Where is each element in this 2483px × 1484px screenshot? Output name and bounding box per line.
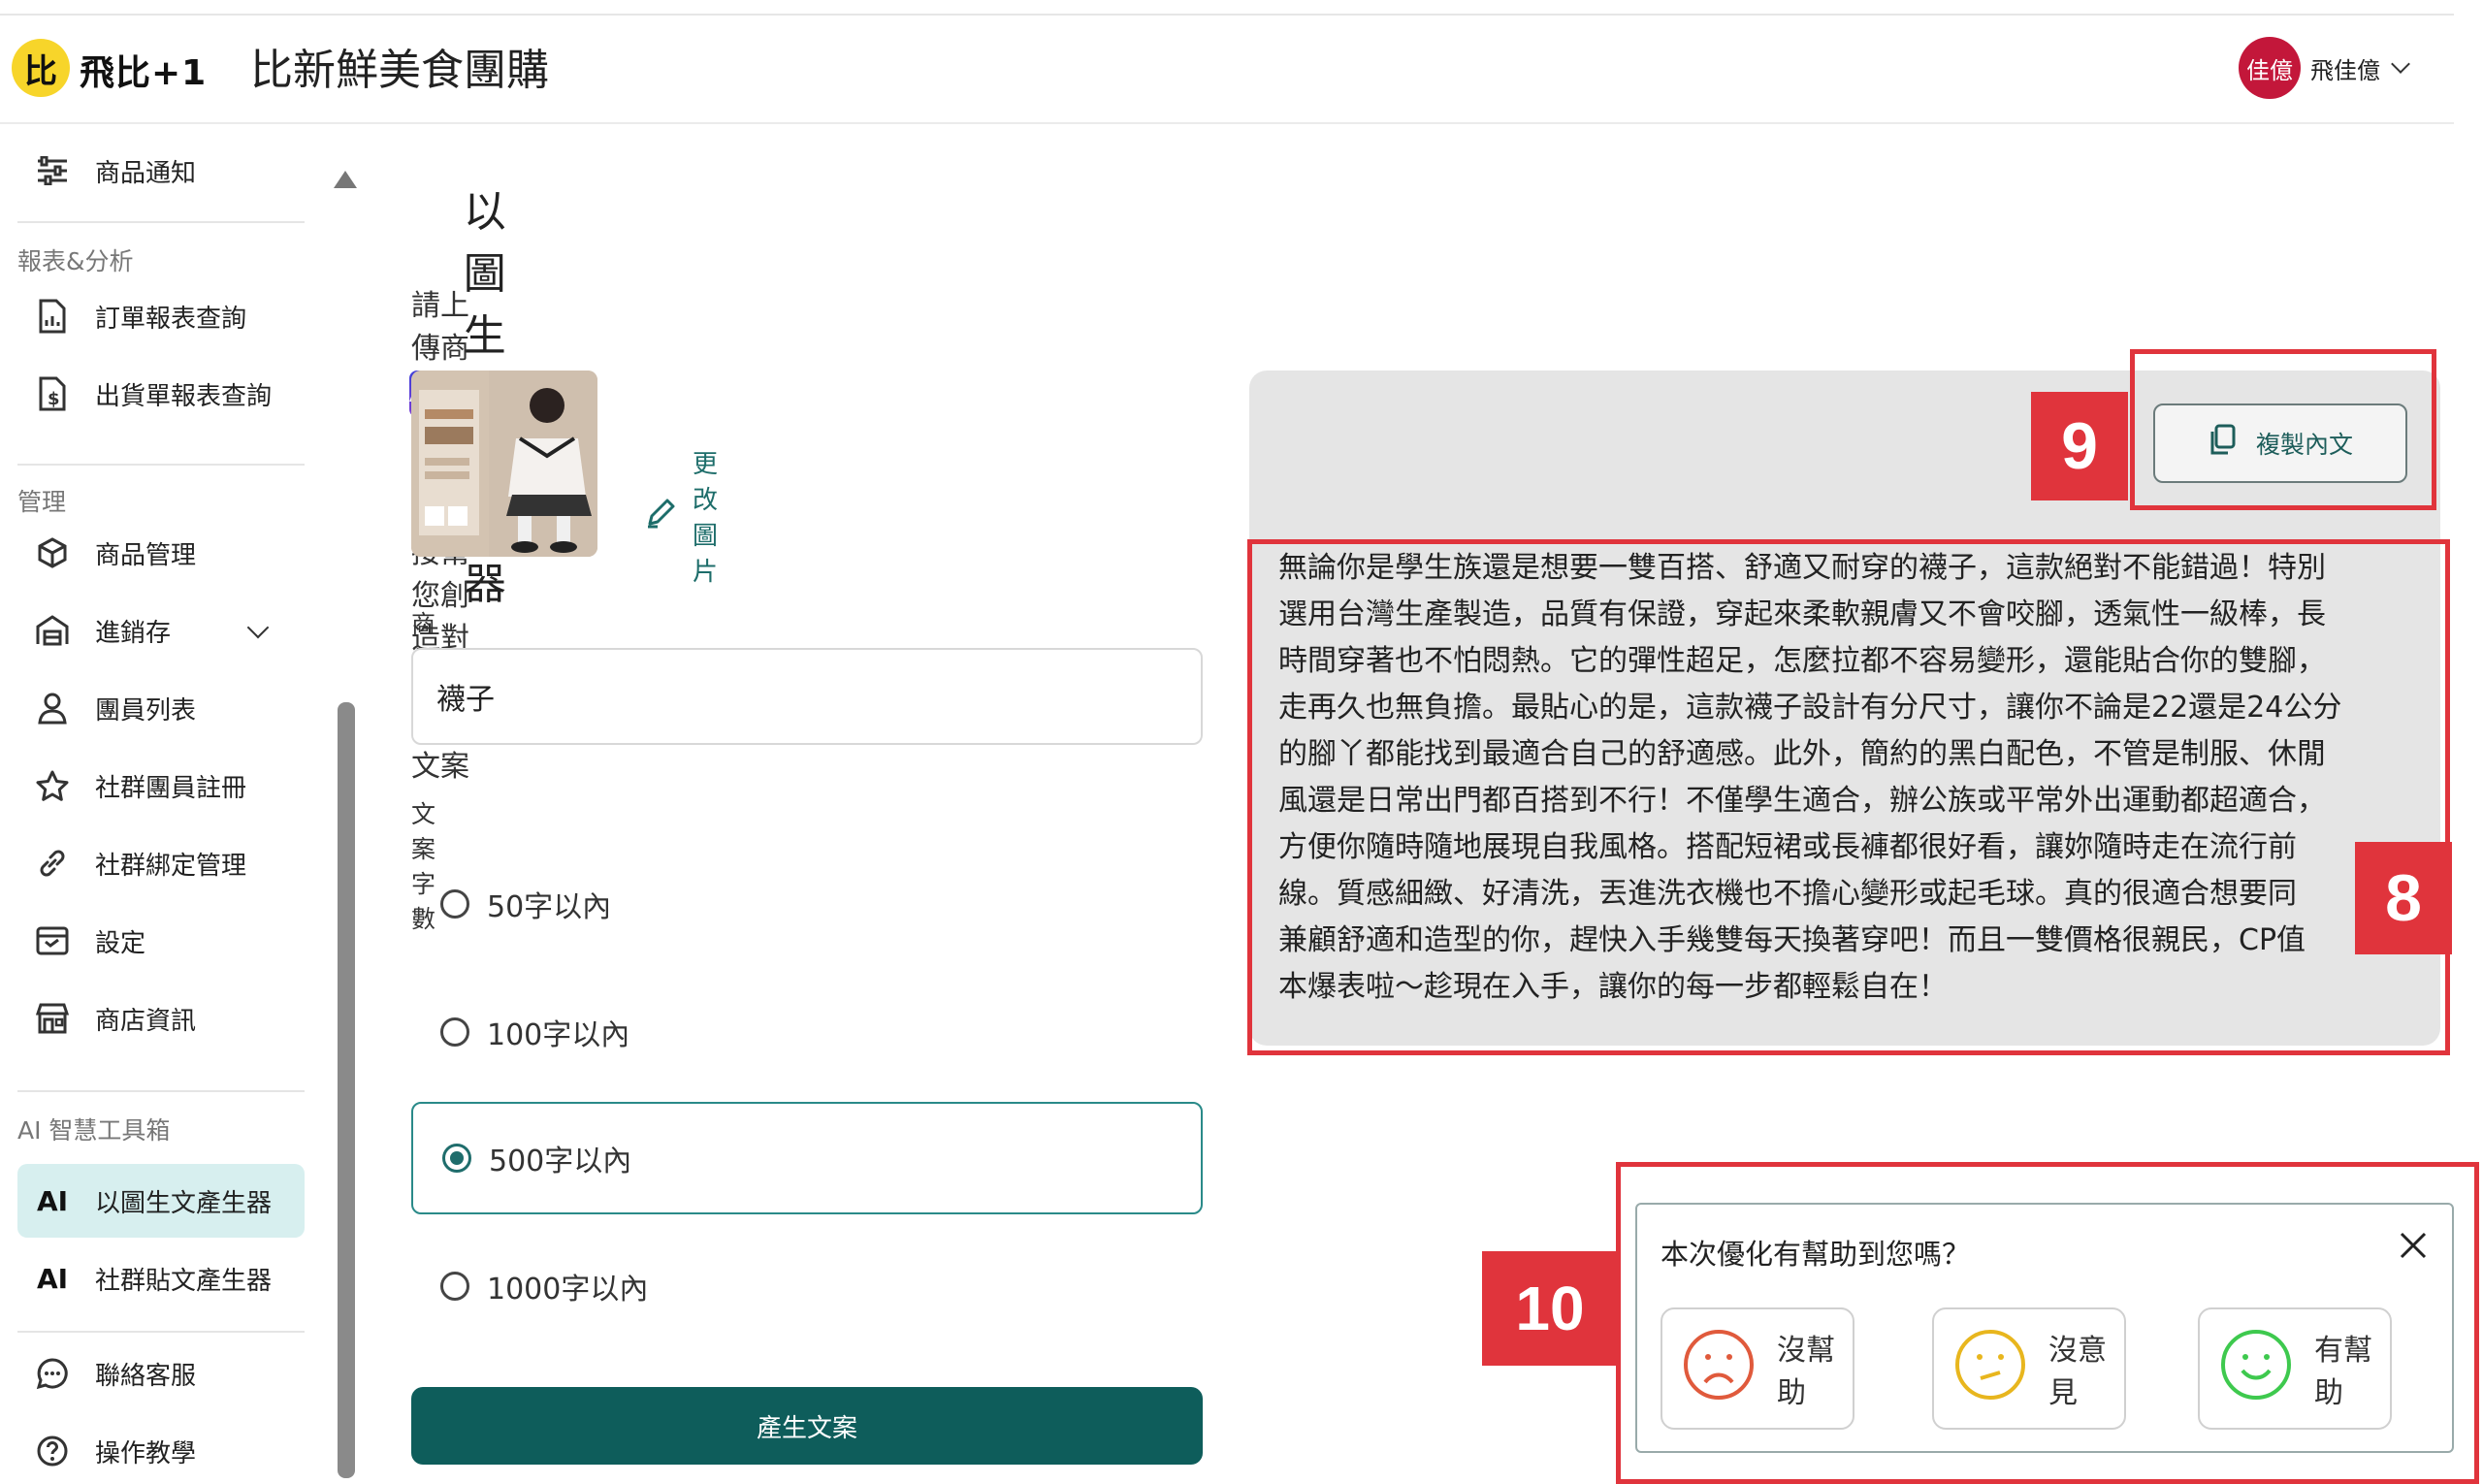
- sidebar-item-shipment-report[interactable]: $ 出貨單報表查詢: [17, 365, 305, 423]
- sidebar-item-product-notice[interactable]: 商品通知: [17, 142, 305, 200]
- sidebar-item-label: 商店資訊: [95, 1006, 197, 1036]
- top-header: 比 飛比+1 比新鮮美食團購 佳億 飛佳億: [0, 16, 2454, 124]
- sidebar-item-member-list[interactable]: 團員列表: [17, 679, 305, 737]
- generate-copy-button[interactable]: 產生文案: [411, 1387, 1203, 1465]
- box-icon: [33, 533, 72, 572]
- change-image-link[interactable]: 更改圖片: [644, 444, 718, 588]
- document-dollar-icon: $: [33, 374, 72, 413]
- sidebar-item-image-to-text[interactable]: AI 以圖生文產生器: [17, 1164, 305, 1238]
- logo-text[interactable]: 飛比+1: [80, 45, 207, 95]
- annotation-box-10: [1616, 1162, 2479, 1484]
- svg-text:$: $: [48, 389, 60, 409]
- sidebar-item-label: 設定: [95, 928, 146, 958]
- logo-mark[interactable]: 比: [12, 39, 70, 97]
- sliders-icon: [33, 151, 72, 190]
- section-title-reports: 報表&分析: [17, 247, 134, 275]
- sidebar-item-label: 商品管理: [95, 540, 197, 570]
- sidebar-item-inventory[interactable]: 進銷存: [17, 601, 305, 660]
- length-option-label: 50字以內: [487, 890, 612, 924]
- sidebar-item-label: 操作教學: [95, 1438, 197, 1468]
- warehouse-icon: [33, 611, 72, 650]
- store-icon: [33, 999, 72, 1038]
- annotation-tag-9: 9: [2031, 392, 2128, 500]
- sidebar-item-contact-support[interactable]: 聯絡客服: [17, 1344, 305, 1403]
- sidebar-item-label: 社群貼文產生器: [95, 1266, 273, 1296]
- sidebar-scrollbar-thumb[interactable]: [338, 702, 355, 1478]
- sidebar-item-community-binding[interactable]: 社群綁定管理: [17, 834, 305, 892]
- document-chart-icon: [33, 297, 72, 336]
- annotation-box-8: [1247, 539, 2450, 1055]
- store-name: 比新鮮美食團購: [250, 46, 549, 95]
- radio-button[interactable]: [440, 1272, 469, 1301]
- ai-icon: AI: [36, 1262, 69, 1295]
- sidebar-item-label: 聯絡客服: [95, 1361, 197, 1391]
- sidebar-item-social-post[interactable]: AI 社群貼文產生器: [17, 1249, 305, 1307]
- annotation-box-9: [2130, 349, 2436, 510]
- length-option-1000[interactable]: 1000字以內: [411, 1230, 1203, 1342]
- length-option-100[interactable]: 100字以內: [411, 976, 1203, 1088]
- product-image: [411, 371, 597, 557]
- divider: [17, 1331, 305, 1333]
- chevron-down-icon[interactable]: [246, 616, 270, 639]
- app-page: 比 飛比+1 比新鮮美食團購 佳億 飛佳億 商品通知 報表&分析 訂單報表查詢 …: [0, 0, 2483, 1484]
- section-title-manage: 管理: [17, 488, 67, 516]
- sidebar-item-order-report[interactable]: 訂單報表查詢: [17, 287, 305, 345]
- radio-button[interactable]: [440, 1017, 469, 1047]
- divider: [17, 1090, 305, 1092]
- avatar[interactable]: 佳億: [2239, 37, 2301, 99]
- sidebar-item-label: 團員列表: [95, 695, 197, 726]
- user-icon: [33, 689, 72, 727]
- window-settings-icon: [33, 921, 72, 960]
- sidebar-item-store-info[interactable]: 商店資訊: [17, 989, 305, 1048]
- sidebar-item-settings[interactable]: 設定: [17, 912, 305, 970]
- sidebar-item-tutorial[interactable]: 操作教學: [17, 1422, 305, 1480]
- annotation-tag-10: 10: [1482, 1251, 1618, 1366]
- star-icon: [33, 766, 72, 805]
- divider: [17, 221, 305, 223]
- length-option-label: 500字以內: [489, 1145, 632, 1178]
- sidebar: 商品通知 報表&分析 訂單報表查詢 $ 出貨單報表查詢 管理 商品管理 進銷存 …: [0, 126, 320, 1484]
- length-option-label: 1000字以內: [487, 1273, 649, 1307]
- divider: [17, 464, 305, 466]
- length-option-label: 100字以內: [487, 1018, 630, 1052]
- ai-icon: AI: [36, 1184, 69, 1217]
- length-option-50[interactable]: 50字以內: [411, 848, 1203, 960]
- sidebar-item-label: 社群綁定管理: [95, 851, 247, 881]
- section-title-ai: AI 智慧工具箱: [17, 1116, 171, 1145]
- length-option-500[interactable]: 500字以內: [411, 1102, 1203, 1214]
- product-name-input[interactable]: 襪子: [411, 648, 1203, 745]
- help-icon: [33, 1432, 72, 1470]
- sidebar-item-label: 以圖生文產生器: [95, 1188, 273, 1218]
- user-name[interactable]: 飛佳億: [2310, 51, 2380, 85]
- sidebar-item-label: 進銷存: [95, 618, 172, 648]
- sidebar-item-community-register[interactable]: 社群團員註冊: [17, 757, 305, 815]
- sidebar-item-label: 社群團員註冊: [95, 773, 247, 803]
- user-menu[interactable]: 佳億 飛佳億: [2239, 37, 2410, 99]
- pencil-icon: [644, 497, 677, 536]
- annotation-tag-8: 8: [2355, 842, 2452, 954]
- link-icon: [33, 844, 72, 883]
- sidebar-item-label: 商品通知: [95, 158, 197, 188]
- radio-button[interactable]: [440, 889, 469, 919]
- sidebar-item-label: 訂單報表查詢: [95, 304, 247, 334]
- radio-button-selected[interactable]: [442, 1144, 471, 1173]
- sidebar-item-product-management[interactable]: 商品管理: [17, 524, 305, 582]
- sidebar-item-label: 出貨單報表查詢: [95, 381, 273, 411]
- chevron-down-icon[interactable]: [2391, 54, 2410, 74]
- change-image-label: 更改圖片: [693, 450, 719, 587]
- scroll-up-arrow-icon[interactable]: [334, 171, 357, 188]
- chat-icon: [33, 1354, 72, 1393]
- top-border: [0, 0, 2454, 16]
